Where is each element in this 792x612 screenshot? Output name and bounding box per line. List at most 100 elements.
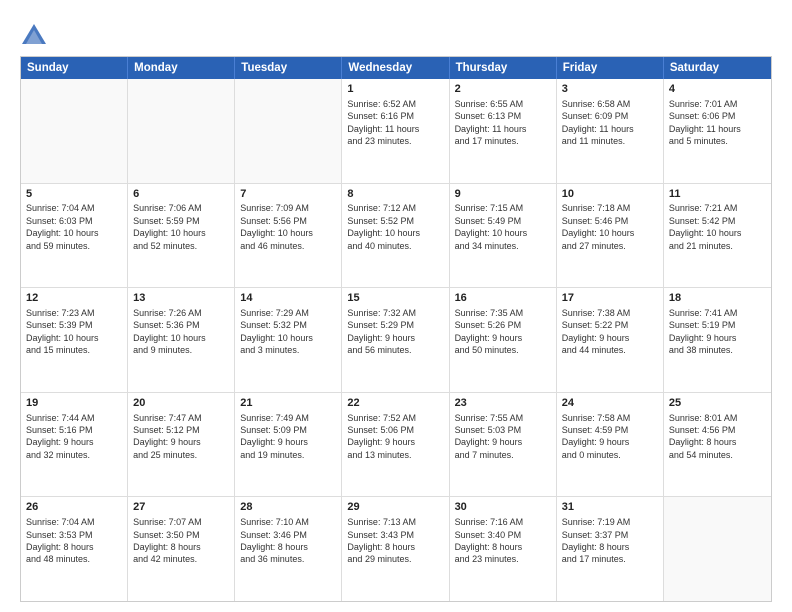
- calendar-cell-14: 14 Sunrise: 7:29 AM Sunset: 5:32 PM Dayli…: [235, 288, 342, 392]
- cell-text-16: Sunrise: 7:35 AM Sunset: 5:26 PM Dayligh…: [455, 308, 524, 355]
- day-number-24: 24: [562, 396, 658, 411]
- calendar-cell-30: 30 Sunrise: 7:16 AM Sunset: 3:40 PM Dayli…: [450, 497, 557, 601]
- day-number-23: 23: [455, 396, 551, 411]
- calendar-row-3: 19 Sunrise: 7:44 AM Sunset: 5:16 PM Dayli…: [21, 392, 771, 497]
- cell-text-27: Sunrise: 7:07 AM Sunset: 3:50 PM Dayligh…: [133, 517, 202, 564]
- cell-text-22: Sunrise: 7:52 AM Sunset: 5:06 PM Dayligh…: [347, 413, 416, 460]
- cell-text-29: Sunrise: 7:13 AM Sunset: 3:43 PM Dayligh…: [347, 517, 416, 564]
- cell-text-23: Sunrise: 7:55 AM Sunset: 5:03 PM Dayligh…: [455, 413, 524, 460]
- calendar-cell-empty-4-6: [664, 497, 771, 601]
- day-number-10: 10: [562, 187, 658, 202]
- calendar-cell-17: 17Sunrise: 7:38 AM Sunset: 5:22 PM Dayli…: [557, 288, 664, 392]
- calendar-cell-empty-0-2: [235, 79, 342, 183]
- header: [20, 18, 772, 50]
- day-number-14: 14: [240, 291, 336, 306]
- cell-text-19: Sunrise: 7:44 AM Sunset: 5:16 PM Dayligh…: [26, 413, 95, 460]
- calendar-cell-5: 5Sunrise: 7:04 AM Sunset: 6:03 PM Daylig…: [21, 184, 128, 288]
- cell-text-1: Sunrise: 6:52 AM Sunset: 6:16 PM Dayligh…: [347, 99, 419, 146]
- calendar-cell-4: 4Sunrise: 7:01 AM Sunset: 6:06 PM Daylig…: [664, 79, 771, 183]
- calendar-cell-31: 31 Sunrise: 7:19 AM Sunset: 3:37 PM Dayli…: [557, 497, 664, 601]
- calendar-cell-20: 20 Sunrise: 7:47 AM Sunset: 5:12 PM Dayli…: [128, 393, 235, 497]
- cell-text-14: Sunrise: 7:29 AM Sunset: 5:32 PM Dayligh…: [240, 308, 313, 355]
- cell-text-15: Sunrise: 7:32 AM Sunset: 5:29 PM Dayligh…: [347, 308, 416, 355]
- weekday-header-saturday: Saturday: [664, 57, 771, 79]
- cell-text-30: Sunrise: 7:16 AM Sunset: 3:40 PM Dayligh…: [455, 517, 524, 564]
- calendar-cell-8: 8Sunrise: 7:12 AM Sunset: 5:52 PM Daylig…: [342, 184, 449, 288]
- cell-text-17: Sunrise: 7:38 AM Sunset: 5:22 PM Dayligh…: [562, 308, 631, 355]
- calendar-cell-24: 24 Sunrise: 7:58 AM Sunset: 4:59 PM Dayli…: [557, 393, 664, 497]
- cell-text-12: Sunrise: 7:23 AM Sunset: 5:39 PM Dayligh…: [26, 308, 99, 355]
- calendar-cell-11: 11Sunrise: 7:21 AM Sunset: 5:42 PM Dayli…: [664, 184, 771, 288]
- logo-icon: [20, 22, 48, 50]
- cell-text-18: Sunrise: 7:41 AM Sunset: 5:19 PM Dayligh…: [669, 308, 738, 355]
- calendar-cell-7: 7Sunrise: 7:09 AM Sunset: 5:56 PM Daylig…: [235, 184, 342, 288]
- cell-text-28: Sunrise: 7:10 AM Sunset: 3:46 PM Dayligh…: [240, 517, 309, 564]
- cell-text-25: Sunrise: 8:01 AM Sunset: 4:56 PM Dayligh…: [669, 413, 738, 460]
- day-number-29: 29: [347, 500, 443, 515]
- day-number-19: 19: [26, 396, 122, 411]
- calendar-cell-2: 2 Sunrise: 6:55 AM Sunset: 6:13 PM Daylig…: [450, 79, 557, 183]
- day-number-20: 20: [133, 396, 229, 411]
- day-number-25: 25: [669, 396, 766, 411]
- cell-text-8: Sunrise: 7:12 AM Sunset: 5:52 PM Dayligh…: [347, 203, 420, 250]
- day-number-16: 16: [455, 291, 551, 306]
- calendar-cell-16: 16 Sunrise: 7:35 AM Sunset: 5:26 PM Dayli…: [450, 288, 557, 392]
- day-number-12: 12: [26, 291, 122, 306]
- calendar: SundayMondayTuesdayWednesdayThursdayFrid…: [20, 56, 772, 602]
- cell-text-2: Sunrise: 6:55 AM Sunset: 6:13 PM Dayligh…: [455, 99, 527, 146]
- weekday-header-sunday: Sunday: [21, 57, 128, 79]
- weekday-header-monday: Monday: [128, 57, 235, 79]
- day-number-21: 21: [240, 396, 336, 411]
- day-number-6: 6: [133, 187, 229, 202]
- page: SundayMondayTuesdayWednesdayThursdayFrid…: [0, 0, 792, 612]
- day-number-7: 7: [240, 187, 336, 202]
- cell-text-10: Sunrise: 7:18 AM Sunset: 5:46 PM Dayligh…: [562, 203, 635, 250]
- calendar-cell-9: 9Sunrise: 7:15 AM Sunset: 5:49 PM Daylig…: [450, 184, 557, 288]
- logo: [20, 22, 52, 50]
- day-number-15: 15: [347, 291, 443, 306]
- day-number-22: 22: [347, 396, 443, 411]
- cell-text-31: Sunrise: 7:19 AM Sunset: 3:37 PM Dayligh…: [562, 517, 631, 564]
- calendar-cell-25: 25 Sunrise: 8:01 AM Sunset: 4:56 PM Dayli…: [664, 393, 771, 497]
- calendar-cell-10: 10Sunrise: 7:18 AM Sunset: 5:46 PM Dayli…: [557, 184, 664, 288]
- calendar-cell-21: 21 Sunrise: 7:49 AM Sunset: 5:09 PM Dayli…: [235, 393, 342, 497]
- day-number-18: 18: [669, 291, 766, 306]
- day-number-26: 26: [26, 500, 122, 515]
- calendar-body: 1 Sunrise: 6:52 AM Sunset: 6:16 PM Daylig…: [21, 79, 771, 601]
- day-number-11: 11: [669, 187, 766, 202]
- cell-text-9: Sunrise: 7:15 AM Sunset: 5:49 PM Dayligh…: [455, 203, 528, 250]
- calendar-cell-26: 26Sunrise: 7:04 AM Sunset: 3:53 PM Dayli…: [21, 497, 128, 601]
- cell-text-21: Sunrise: 7:49 AM Sunset: 5:09 PM Dayligh…: [240, 413, 309, 460]
- calendar-cell-18: 18 Sunrise: 7:41 AM Sunset: 5:19 PM Dayli…: [664, 288, 771, 392]
- calendar-cell-15: 15 Sunrise: 7:32 AM Sunset: 5:29 PM Dayli…: [342, 288, 449, 392]
- calendar-cell-19: 19 Sunrise: 7:44 AM Sunset: 5:16 PM Dayli…: [21, 393, 128, 497]
- calendar-row-0: 1 Sunrise: 6:52 AM Sunset: 6:16 PM Daylig…: [21, 79, 771, 183]
- cell-text-13: Sunrise: 7:26 AM Sunset: 5:36 PM Dayligh…: [133, 308, 206, 355]
- calendar-cell-29: 29 Sunrise: 7:13 AM Sunset: 3:43 PM Dayli…: [342, 497, 449, 601]
- cell-text-24: Sunrise: 7:58 AM Sunset: 4:59 PM Dayligh…: [562, 413, 631, 460]
- cell-text-11: Sunrise: 7:21 AM Sunset: 5:42 PM Dayligh…: [669, 203, 742, 250]
- weekday-header-friday: Friday: [557, 57, 664, 79]
- calendar-row-4: 26Sunrise: 7:04 AM Sunset: 3:53 PM Dayli…: [21, 496, 771, 601]
- calendar-cell-27: 27 Sunrise: 7:07 AM Sunset: 3:50 PM Dayli…: [128, 497, 235, 601]
- cell-text-5: Sunrise: 7:04 AM Sunset: 6:03 PM Dayligh…: [26, 203, 99, 250]
- calendar-cell-22: 22 Sunrise: 7:52 AM Sunset: 5:06 PM Dayli…: [342, 393, 449, 497]
- day-number-2: 2: [455, 82, 551, 97]
- weekday-header-tuesday: Tuesday: [235, 57, 342, 79]
- cell-text-4: Sunrise: 7:01 AM Sunset: 6:06 PM Dayligh…: [669, 99, 741, 146]
- day-number-9: 9: [455, 187, 551, 202]
- cell-text-20: Sunrise: 7:47 AM Sunset: 5:12 PM Dayligh…: [133, 413, 202, 460]
- weekday-header-wednesday: Wednesday: [342, 57, 449, 79]
- day-number-27: 27: [133, 500, 229, 515]
- calendar-cell-empty-0-0: [21, 79, 128, 183]
- calendar-cell-3: 3Sunrise: 6:58 AM Sunset: 6:09 PM Daylig…: [557, 79, 664, 183]
- day-number-31: 31: [562, 500, 658, 515]
- day-number-1: 1: [347, 82, 443, 97]
- calendar-cell-23: 23 Sunrise: 7:55 AM Sunset: 5:03 PM Dayli…: [450, 393, 557, 497]
- cell-text-6: Sunrise: 7:06 AM Sunset: 5:59 PM Dayligh…: [133, 203, 206, 250]
- calendar-cell-6: 6Sunrise: 7:06 AM Sunset: 5:59 PM Daylig…: [128, 184, 235, 288]
- cell-text-7: Sunrise: 7:09 AM Sunset: 5:56 PM Dayligh…: [240, 203, 313, 250]
- day-number-30: 30: [455, 500, 551, 515]
- cell-text-3: Sunrise: 6:58 AM Sunset: 6:09 PM Dayligh…: [562, 99, 634, 146]
- calendar-row-2: 12 Sunrise: 7:23 AM Sunset: 5:39 PM Dayli…: [21, 287, 771, 392]
